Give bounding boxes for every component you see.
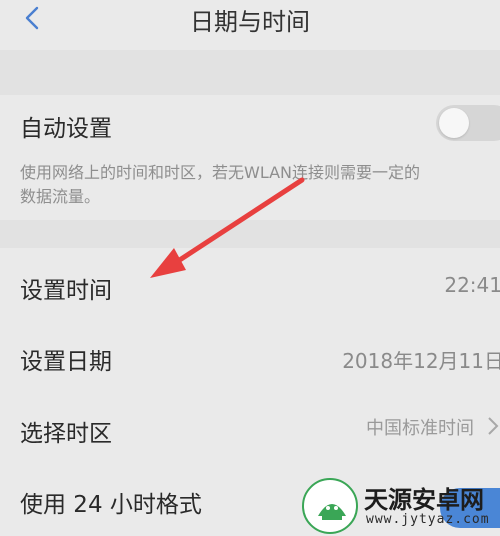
watermark-logo-icon [302,478,358,534]
timezone-row[interactable]: 选择时区 中国标准时间 [0,392,500,462]
auto-setting-label: 自动设置 [20,116,112,142]
watermark-url: www.jytyaz.com [366,512,490,527]
set-time-value: 22:41 [444,273,500,297]
top-bar: 日期与时间 [0,0,500,50]
set-time-row[interactable]: 设置时间 22:41 [0,248,500,318]
watermark: 天源安卓网 www.jytyaz.com [302,476,500,536]
auto-setting-row[interactable]: 自动设置 [0,95,500,155]
timezone-label: 选择时区 [20,421,112,447]
set-time-label: 设置时间 [20,278,112,304]
description-line: 使用网络上的时间和时区，若无WLAN连接则需要一定的 [20,163,421,182]
section-gap [0,220,500,248]
auto-setting-description: 使用网络上的时间和时区，若无WLAN连接则需要一定的 数据流量。 [20,161,500,209]
timezone-value: 中国标准时间 [366,418,474,439]
auto-setting-toggle[interactable] [436,105,500,141]
toggle-knob [439,108,469,138]
hour24-label: 使用 24 小时格式 [20,492,202,518]
set-date-row[interactable]: 设置日期 2018年12月11日 [0,320,500,390]
description-line: 数据流量。 [20,187,101,206]
set-date-label: 设置日期 [20,349,112,375]
chevron-right-icon [488,417,499,435]
section-gap [0,50,500,95]
page-title: 日期与时间 [190,8,310,36]
watermark-name: 天源安卓网 [364,486,484,514]
set-date-value: 2018年12月11日 [342,349,500,373]
